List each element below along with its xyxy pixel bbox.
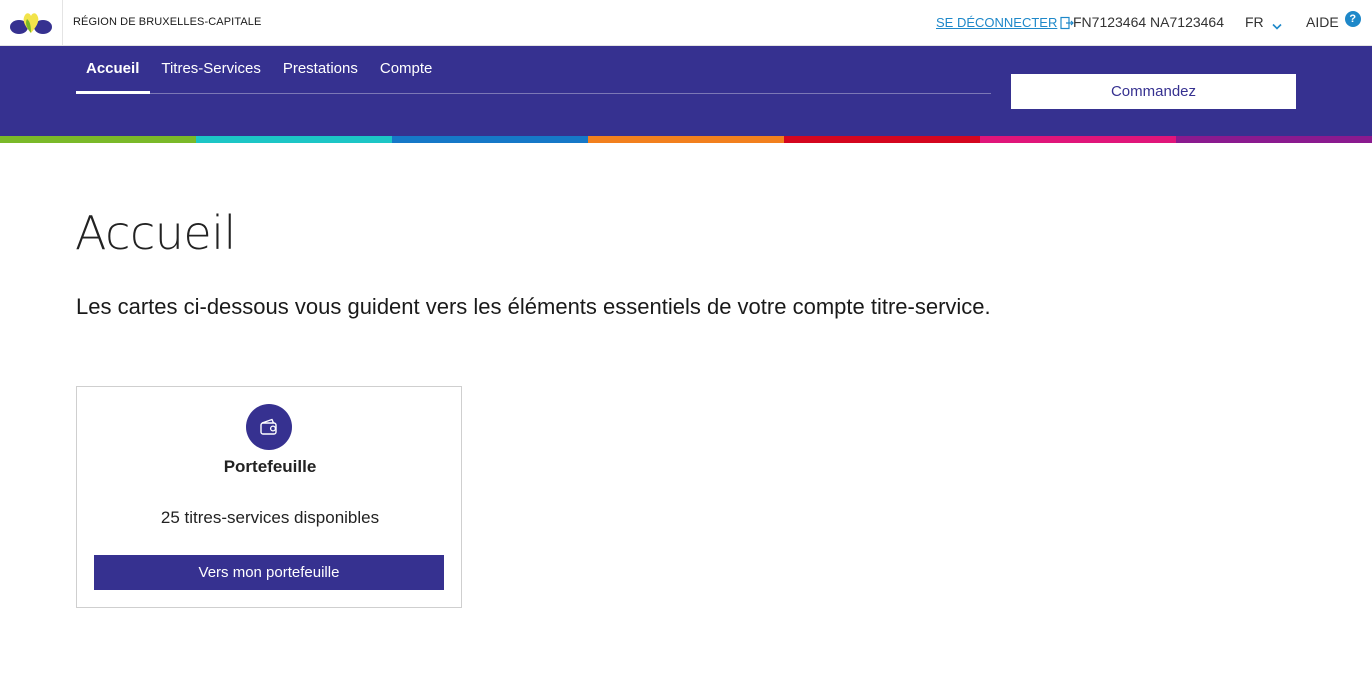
main-navigation: Accueil Titres-Services Prestations Comp…: [0, 46, 1372, 136]
help-label: AIDE: [1306, 14, 1339, 30]
color-stripe: [0, 136, 1372, 143]
stripe-segment: [0, 136, 196, 143]
language-label: FR: [1245, 14, 1264, 30]
page-title: Accueil: [75, 206, 236, 260]
top-bar: RÉGION DE BRUXELLES-CAPITALE SE DÉCONNEC…: [0, 0, 1372, 46]
card-title: Portefeuille: [223, 457, 317, 476]
tab-compte[interactable]: Compte: [369, 46, 444, 94]
logout-link[interactable]: SE DÉCONNECTER: [936, 15, 1075, 30]
stripe-segment: [588, 136, 784, 143]
iris-logo-icon: [10, 13, 52, 34]
tab-titres-services[interactable]: Titres-Services: [150, 46, 271, 94]
stripe-segment: [1176, 136, 1372, 143]
region-name: RÉGION DE BRUXELLES-CAPITALE: [73, 16, 262, 28]
stripe-segment: [784, 136, 980, 143]
language-select[interactable]: FR: [1245, 14, 1282, 30]
order-button[interactable]: Commandez: [1011, 74, 1296, 109]
stripe-segment: [196, 136, 392, 143]
help-link[interactable]: AIDE ?: [1306, 11, 1361, 30]
nav-tabs: Accueil Titres-Services Prestations Comp…: [76, 46, 991, 94]
card-balance: 25 titres-services disponibles: [160, 508, 380, 527]
tab-prestations[interactable]: Prestations: [272, 46, 369, 94]
stripe-segment: [392, 136, 588, 143]
stripe-segment: [980, 136, 1176, 143]
wallet-icon: [246, 404, 292, 450]
wallet-button[interactable]: Vers mon portefeuille: [94, 555, 444, 590]
account-id: FN7123464 NA7123464: [1073, 14, 1225, 30]
logout-label: SE DÉCONNECTER: [936, 15, 1058, 30]
help-icon: ?: [1344, 11, 1361, 27]
brussels-logo[interactable]: [0, 0, 63, 46]
chevron-down-icon: [1272, 18, 1282, 30]
intro-text: Les cartes ci-dessous vous guident vers …: [76, 294, 991, 319]
wallet-card: Portefeuille 25 titres-services disponib…: [76, 386, 462, 608]
tab-accueil[interactable]: Accueil: [76, 46, 151, 94]
